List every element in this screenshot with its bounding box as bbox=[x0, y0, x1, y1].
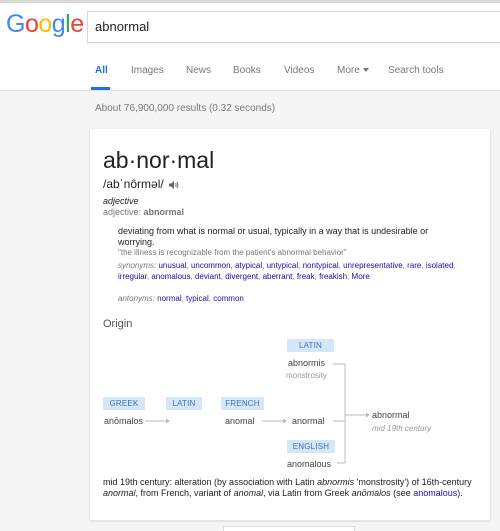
logo-letter: g bbox=[51, 10, 66, 38]
tag-latin-top: LATIN bbox=[287, 339, 334, 352]
synonyms-label: synonyms: bbox=[118, 261, 157, 270]
part-of-speech: adjective bbox=[103, 196, 139, 206]
definition: deviating from what is normal or usual, … bbox=[118, 226, 429, 247]
headword: ab·nor·mal bbox=[103, 147, 215, 173]
logo-letter: e bbox=[70, 10, 84, 38]
more-synonyms-link[interactable]: More bbox=[352, 272, 370, 281]
note-text: , via Latin from Greek bbox=[263, 488, 352, 498]
tab-all[interactable]: All bbox=[95, 65, 108, 76]
active-tab-indicator bbox=[91, 87, 110, 90]
antonym-link[interactable]: common bbox=[213, 294, 244, 303]
speaker-icon[interactable] bbox=[168, 179, 180, 191]
tag-english: ENGLISH bbox=[287, 440, 335, 453]
tab-books[interactable]: Books bbox=[233, 65, 261, 76]
synonym-link[interactable]: irregular bbox=[118, 272, 147, 281]
search-input[interactable] bbox=[88, 12, 495, 40]
top-divider bbox=[0, 0, 500, 3]
chevron-down-icon bbox=[362, 68, 369, 73]
synonym-link[interactable]: anomalous bbox=[151, 272, 190, 281]
note-text: , from French, variant of bbox=[135, 488, 234, 498]
antonym-link[interactable]: normal bbox=[157, 294, 181, 303]
note-italic: anōmalos bbox=[351, 488, 391, 498]
card-divider bbox=[90, 520, 490, 521]
synonym-link[interactable]: atypical bbox=[235, 261, 262, 270]
synonym-link[interactable]: divergent bbox=[225, 272, 258, 281]
note-italic: anormal bbox=[103, 488, 136, 498]
feedback-box bbox=[223, 526, 355, 531]
tab-more[interactable]: More bbox=[337, 65, 369, 76]
note-text: ). bbox=[457, 488, 463, 498]
synonyms-list: unusual, uncommon, atypical, untypical, … bbox=[118, 261, 456, 281]
note-text: 'monstrosity') of 16th-century bbox=[354, 477, 472, 487]
word-monstrosity: monstrosity bbox=[286, 371, 327, 380]
antonym-link[interactable]: typical bbox=[186, 294, 209, 303]
synonym-link[interactable]: rare bbox=[407, 261, 421, 270]
tab-videos[interactable]: Videos bbox=[284, 65, 314, 76]
synonym-link[interactable]: freakish bbox=[319, 272, 347, 281]
antonyms: antonyms: normal, typical, common bbox=[118, 294, 244, 303]
synonym-link[interactable]: isolated bbox=[426, 261, 454, 270]
synonym-link[interactable]: deviant bbox=[195, 272, 221, 281]
synonym-link[interactable]: unrepresentative bbox=[343, 261, 403, 270]
synonym-link[interactable]: nontypical bbox=[303, 261, 339, 270]
note-italic: abnormis bbox=[317, 477, 355, 487]
word-anormal: anormal bbox=[292, 416, 325, 426]
antonyms-label: antonyms: bbox=[118, 294, 155, 303]
search-box[interactable] bbox=[87, 11, 500, 43]
origin-note: mid 19th century: alteration (by associa… bbox=[103, 477, 473, 499]
results-stats: About 76,900,000 results (0.32 seconds) bbox=[95, 103, 276, 114]
tab-images[interactable]: Images bbox=[131, 65, 164, 76]
logo-letter: G bbox=[6, 10, 25, 38]
tab-more-label: More bbox=[337, 65, 360, 76]
top-bar: Google bbox=[0, 0, 500, 50]
synonym-link[interactable]: aberrant bbox=[263, 272, 293, 281]
google-logo[interactable]: Google bbox=[6, 10, 84, 39]
tab-news[interactable]: News bbox=[186, 65, 211, 76]
word-anomal: anomal bbox=[225, 416, 255, 426]
synonym-link[interactable]: untypical bbox=[267, 261, 299, 270]
synonym-link[interactable]: uncommon bbox=[191, 261, 231, 270]
pronunciation: /abˈnôrməl/ bbox=[103, 177, 180, 191]
tag-latin: LATIN bbox=[166, 397, 202, 410]
origin-title: Origin bbox=[103, 318, 133, 330]
pronunciation-text: /abˈnôrməl/ bbox=[103, 177, 164, 191]
form-word: abnormal bbox=[143, 207, 185, 217]
note-text: mid 19th century: alteration (by associa… bbox=[103, 477, 318, 487]
tag-french: FRENCH bbox=[221, 397, 264, 410]
word-form: adjective: abnormal bbox=[103, 207, 184, 217]
example-sentence: "the illness is recognizable from the pa… bbox=[118, 248, 347, 257]
word-abnormis: abnormis bbox=[288, 358, 326, 368]
form-label: adjective: bbox=[103, 207, 142, 217]
word-abnormal: abnormal bbox=[372, 410, 410, 420]
tag-greek: GREEK bbox=[103, 397, 145, 410]
word-anomalos: anōmalos bbox=[104, 416, 144, 426]
note-link-anomalous[interactable]: anomalous bbox=[413, 488, 457, 498]
synonym-link[interactable]: unusual bbox=[158, 261, 186, 270]
word-anomalous: anomalous bbox=[287, 459, 332, 469]
synonyms: synonyms: unusual, uncommon, atypical, u… bbox=[118, 260, 478, 282]
logo-letter: o bbox=[24, 10, 39, 38]
note-text: (see bbox=[390, 488, 414, 498]
antonyms-list: normal, typical, common bbox=[157, 294, 244, 303]
logo-letter: o bbox=[38, 10, 52, 38]
note-italic: anomal bbox=[233, 488, 264, 498]
search-tabs: All Images News Books Videos More Search… bbox=[0, 50, 500, 91]
word-century: mid 19th century bbox=[372, 424, 432, 433]
tab-search-tools[interactable]: Search tools bbox=[388, 65, 444, 76]
synonym-link[interactable]: freak bbox=[297, 272, 315, 281]
